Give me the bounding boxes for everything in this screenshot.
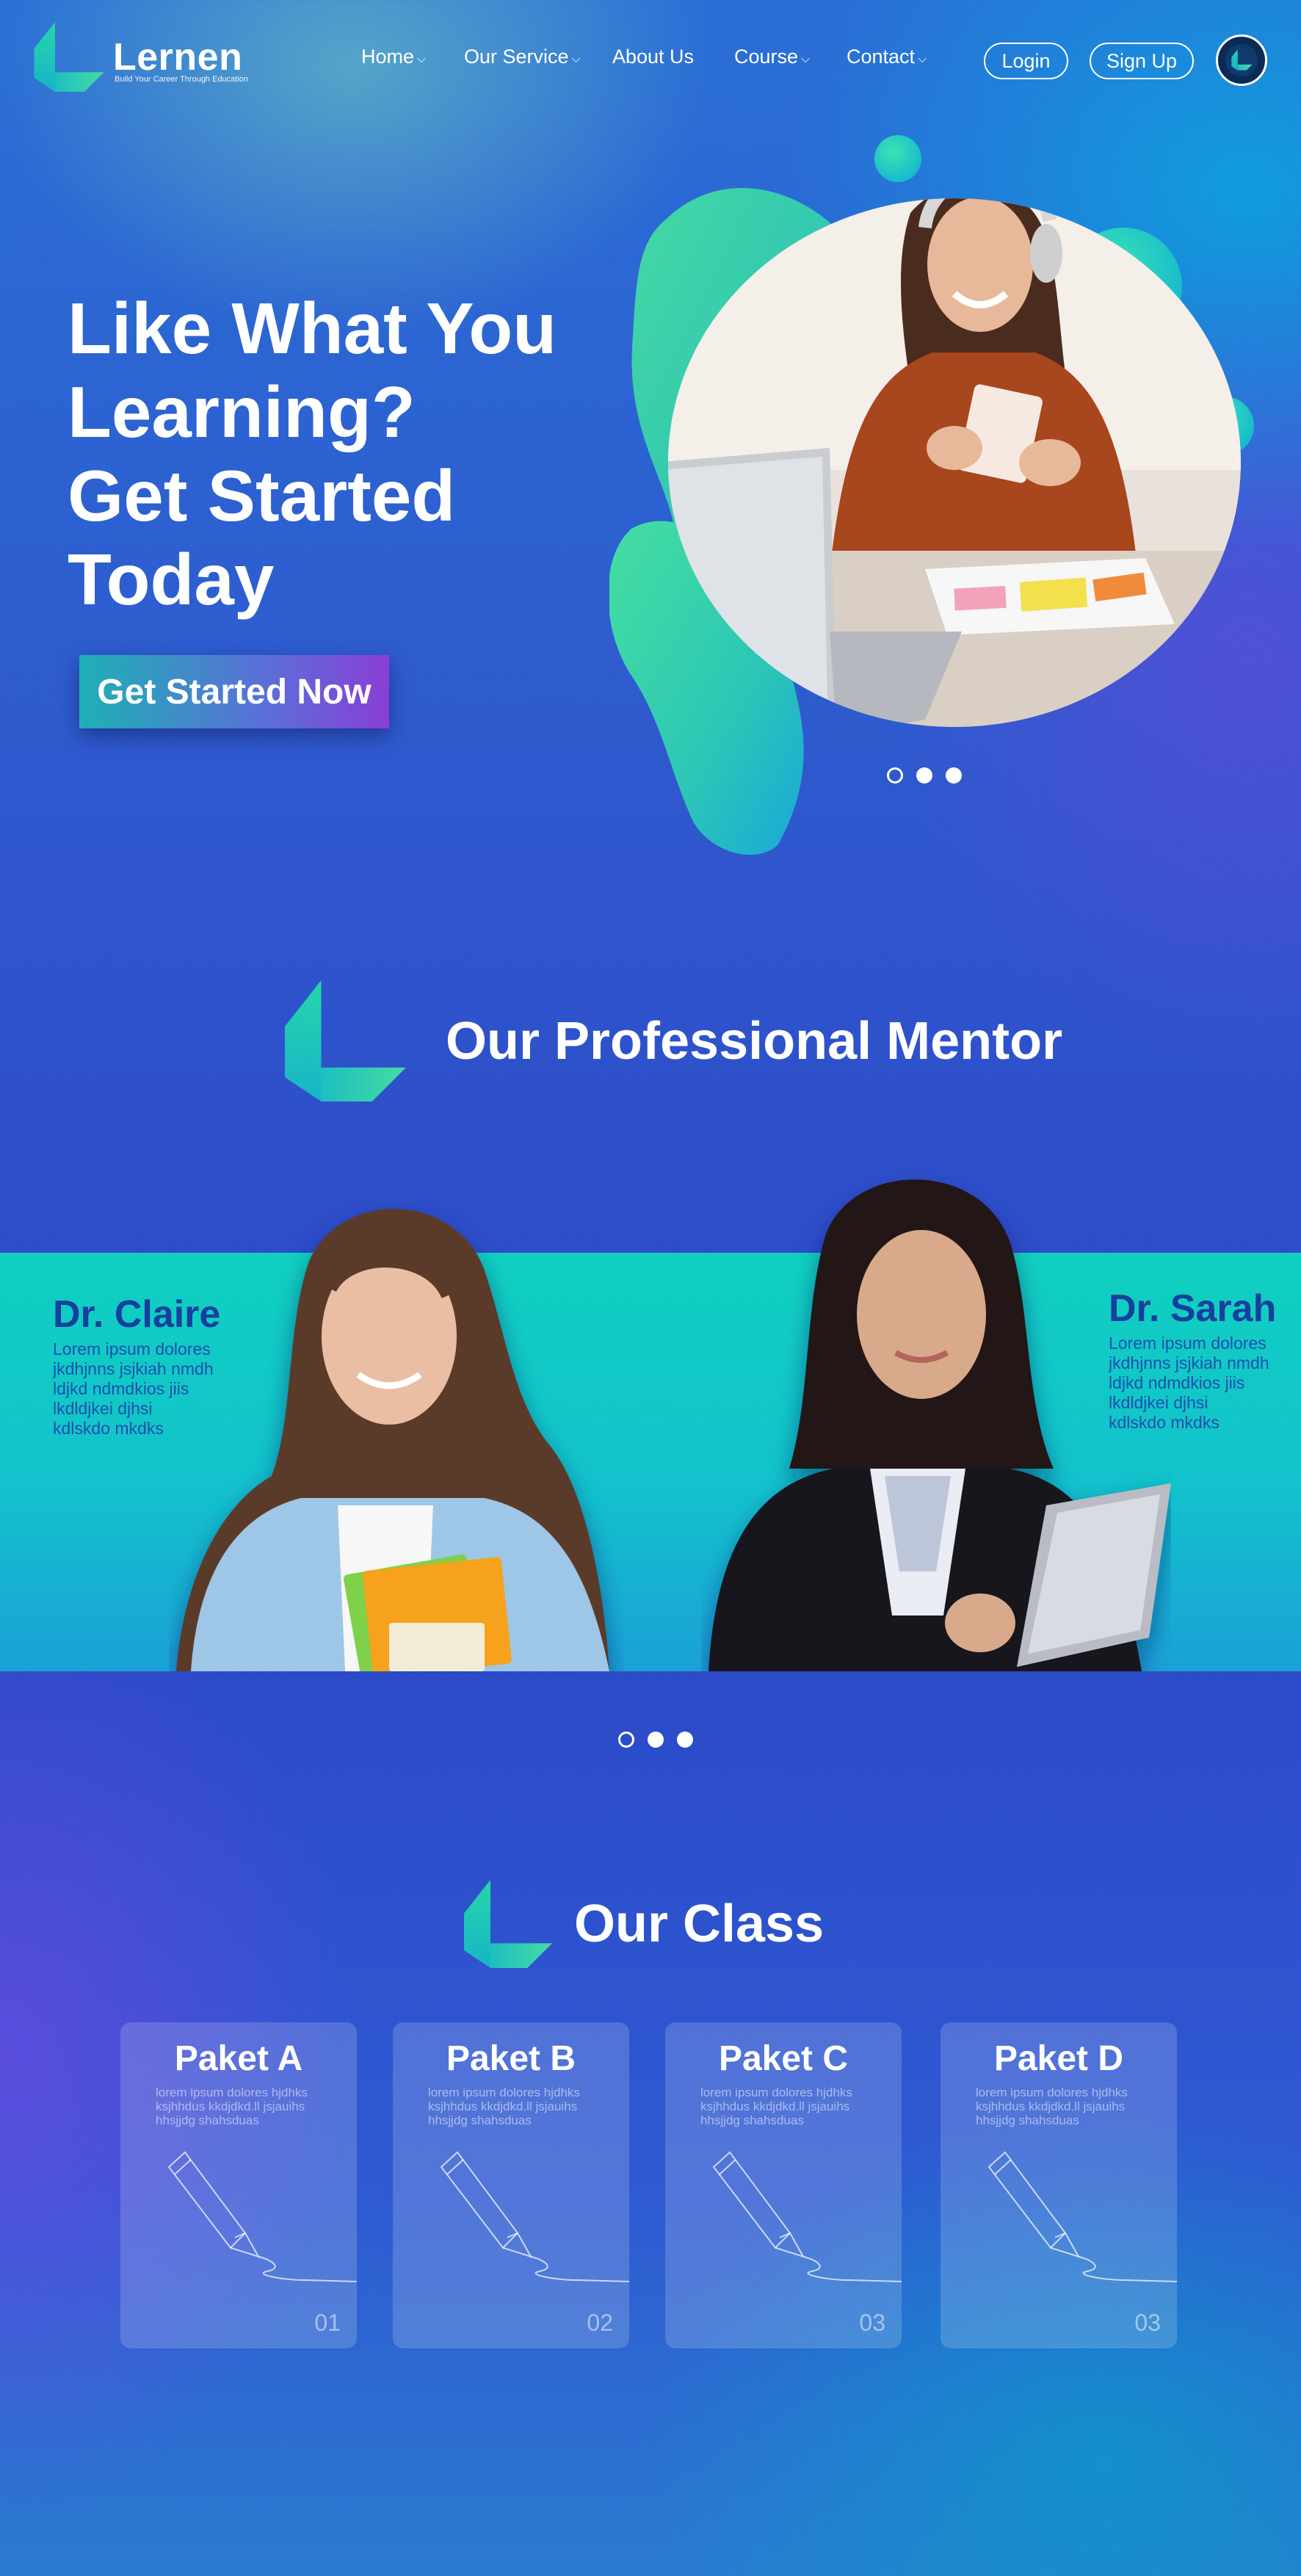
slider-dot-3[interactable] xyxy=(946,767,962,784)
mentor-section-title: Our Professional Mentor xyxy=(446,1011,1063,1071)
signup-button[interactable]: Sign Up xyxy=(1090,43,1194,79)
hero-slider-dots xyxy=(887,767,962,784)
brand-mark-icon xyxy=(34,22,104,92)
hero-illustration xyxy=(609,135,1254,855)
card-description: lorem ipsum dolores hjdhks ksjhhdus kkdj… xyxy=(156,2085,308,2127)
mentor-name: Dr. Sarah xyxy=(1109,1287,1277,1330)
card-number: 01 xyxy=(314,2309,341,2336)
mentor-section-header: Our Professional Mentor xyxy=(285,980,1062,1101)
slider-dot-3[interactable] xyxy=(677,1732,693,1748)
nav-our-service[interactable]: Our Service ⌵ xyxy=(464,46,581,68)
mentor-slider-dots xyxy=(618,1732,693,1748)
brand-logo[interactable]: Lernen Build Your Career Through Educati… xyxy=(34,22,254,92)
slider-dot-1[interactable] xyxy=(887,767,903,784)
mentor-photo-claire xyxy=(176,1209,609,1671)
class-card-paket-a[interactable]: Paket A lorem ipsum dolores hjdhks ksjhh… xyxy=(120,2022,357,2348)
card-title: Paket C xyxy=(718,2039,849,2078)
card-description: lorem ipsum dolores hjdhks ksjhhdus kkdj… xyxy=(428,2085,580,2127)
class-section-title: Our Class xyxy=(574,1895,825,1953)
card-number: 02 xyxy=(587,2309,613,2336)
pencil-icon xyxy=(712,2151,902,2282)
chevron-down-icon: ⌵ xyxy=(801,52,811,65)
nav-home[interactable]: Home ⌵ xyxy=(361,46,426,68)
class-section-header: Our Class xyxy=(464,1880,824,1968)
class-card-paket-c[interactable]: Paket C lorem ipsum dolores hjdhks ksjhh… xyxy=(665,2022,902,2348)
class-card-paket-b[interactable]: Paket B lorem ipsum dolores hjdhks ksjhh… xyxy=(393,2022,629,2348)
nav-contact[interactable]: Contact ⌵ xyxy=(847,46,927,68)
login-button[interactable]: Login xyxy=(984,43,1068,79)
mentor-description: Lorem ipsum dolores jkdhjnns jsjkiah nmd… xyxy=(1109,1334,1269,1432)
brand-mark-icon xyxy=(285,980,406,1101)
pencil-icon xyxy=(440,2151,629,2282)
chevron-down-icon: ⌵ xyxy=(918,52,927,65)
mentor-card-sarah[interactable]: Dr. Sarah Lorem ipsum dolores jkdhjnns j… xyxy=(1109,1287,1301,1433)
slider-dot-2[interactable] xyxy=(916,767,932,784)
brand-name: Lernen xyxy=(113,36,243,79)
nav-course[interactable]: Course ⌵ xyxy=(734,46,810,68)
pencil-icon xyxy=(167,2151,357,2282)
chevron-down-icon: ⌵ xyxy=(571,52,581,65)
card-number: 03 xyxy=(1134,2309,1161,2336)
card-description: lorem ipsum dolores hjdhks ksjhhdus kkdj… xyxy=(976,2085,1128,2127)
brand-mark-icon xyxy=(464,1880,552,1968)
profile-button[interactable] xyxy=(1216,35,1267,86)
mentor-photo-sarah xyxy=(709,1179,1171,1671)
card-description: lorem ipsum dolores hjdhks ksjhhdus kkdj… xyxy=(700,2085,852,2127)
nav-about-us[interactable]: About Us xyxy=(612,46,694,68)
card-number: 03 xyxy=(859,2309,885,2336)
card-title: Paket B xyxy=(446,2039,576,2078)
brand-tagline: Build Your Career Through Education xyxy=(115,75,249,84)
pencil-icon xyxy=(987,2151,1177,2282)
get-started-button[interactable]: Get Started Now xyxy=(79,655,389,728)
class-card-paket-d[interactable]: Paket D lorem ipsum dolores hjdhks ksjhh… xyxy=(941,2022,1177,2348)
slider-dot-1[interactable] xyxy=(618,1732,634,1748)
card-title: Paket A xyxy=(174,2039,303,2078)
hero-title: Like What You Learning? Get Started Toda… xyxy=(68,288,557,620)
logo-avatar-icon xyxy=(1225,43,1258,77)
card-title: Paket D xyxy=(993,2039,1124,2078)
chevron-down-icon: ⌵ xyxy=(417,52,427,65)
slider-dot-2[interactable] xyxy=(648,1732,664,1748)
